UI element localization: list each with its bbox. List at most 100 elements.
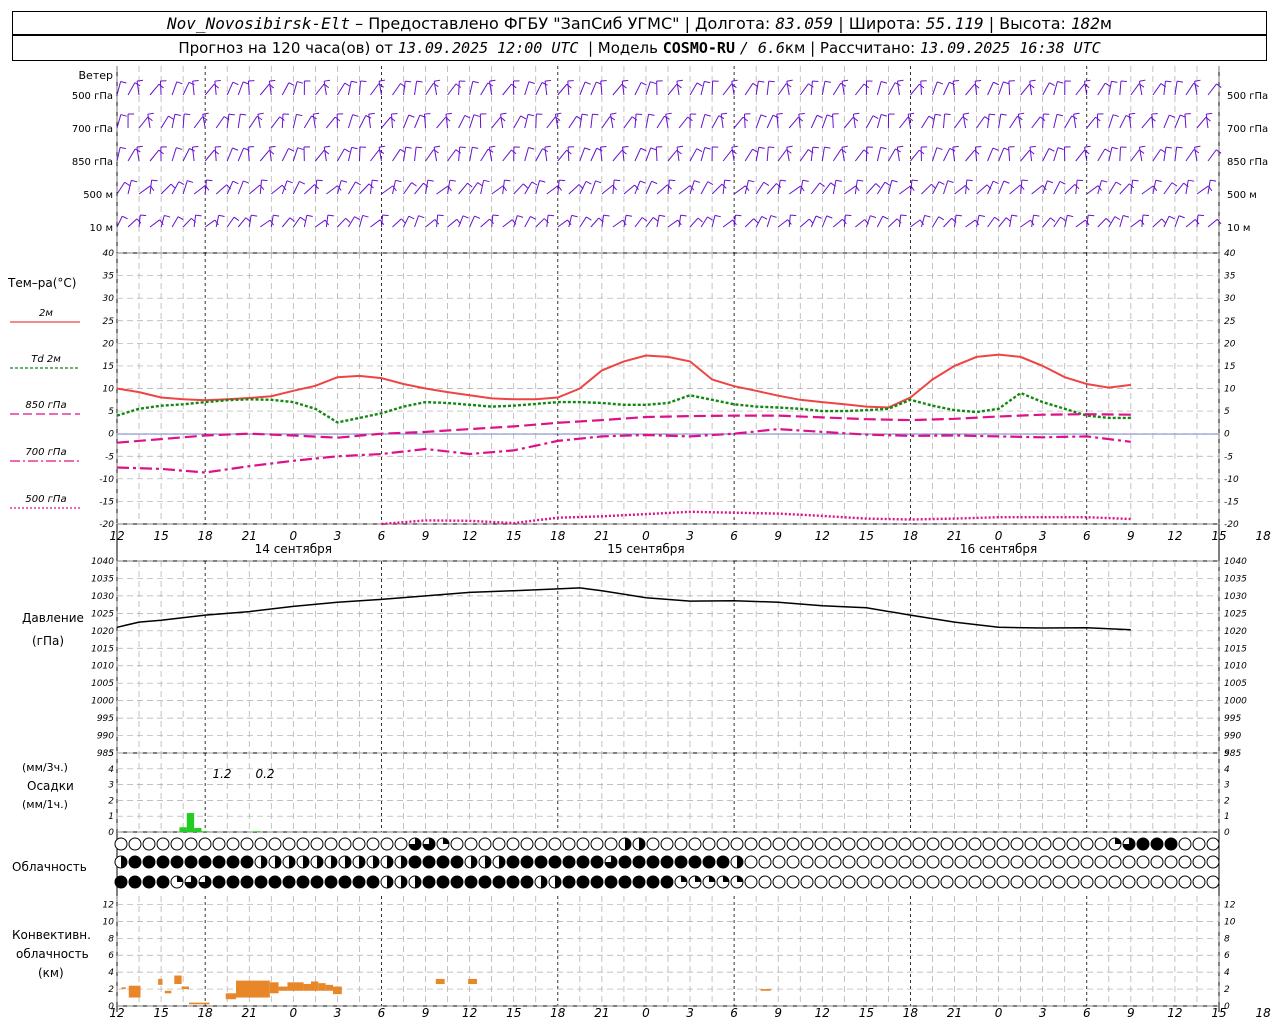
wind-barb [700, 216, 713, 228]
convective-bar [332, 986, 342, 995]
wind-barb [281, 82, 295, 96]
cloud-symbol [1122, 855, 1136, 869]
wind-barb [645, 147, 657, 162]
cloud-symbol [170, 855, 184, 869]
pressure-tick-left: 1000 [91, 697, 114, 707]
cloud-symbol [212, 855, 226, 869]
temp-tick-left: 5 [108, 407, 114, 417]
pressure-tick-right: 1000 [1224, 697, 1247, 707]
cloud-symbol [1080, 875, 1094, 889]
cloud-symbol [982, 875, 996, 889]
time-tick-lower: 3 [1039, 1006, 1047, 1020]
cloud-symbol [660, 855, 674, 869]
cloud-symbol [282, 837, 296, 851]
cloud-symbol [520, 837, 534, 851]
cloud-symbol [604, 855, 618, 869]
wind-barb [733, 116, 748, 129]
cloud-symbol [1066, 855, 1080, 869]
wind-barb [204, 83, 220, 96]
cloud-symbol [856, 837, 870, 851]
cloud-symbol [478, 855, 492, 869]
cloud-symbol [632, 875, 646, 889]
cloud-symbol [296, 855, 310, 869]
cloud-symbol [926, 855, 940, 869]
wind-barb [821, 114, 833, 129]
wind-barb [512, 80, 520, 96]
wind-barb [554, 112, 562, 129]
cloud-symbol [870, 875, 884, 889]
time-tick-lower: 6 [378, 1006, 386, 1020]
cloud-symbol [618, 837, 632, 851]
cloud-symbol [940, 875, 954, 889]
cloud-symbol [1206, 875, 1220, 889]
wind-barb [1141, 116, 1156, 129]
convective-bar [128, 985, 141, 998]
precip-bar [201, 831, 209, 832]
wind-barb [590, 180, 602, 195]
time-tick-lower: 3 [334, 1006, 342, 1020]
precip-unit-3h: (мм/3ч.) [22, 761, 68, 774]
wind-barb [1119, 146, 1127, 162]
cloud-symbol [940, 855, 954, 869]
time-tick-upper: 3 [1039, 529, 1047, 543]
wind-barb [378, 145, 386, 162]
wind-barb [590, 217, 604, 228]
wind-level-850hpa-right: 850 гПа [1227, 157, 1268, 168]
wind-barb [1163, 80, 1172, 96]
wind-level-10m: 10 м [90, 223, 113, 234]
wind-barb [458, 182, 473, 195]
cloud-symbol [478, 875, 492, 889]
time-tick-upper: 3 [686, 529, 694, 543]
wind-barb [755, 114, 767, 129]
cloud-symbol [1136, 855, 1150, 869]
convective-bar [236, 980, 270, 998]
wind-barb [843, 214, 852, 228]
wind-barb [1196, 116, 1211, 129]
wind-barb [876, 215, 889, 228]
wind-barb [920, 146, 928, 162]
temp-tick-left: -5 [105, 452, 114, 462]
cloud-symbol [170, 875, 184, 889]
wind-barb [171, 147, 183, 162]
wind-barb [1042, 217, 1056, 228]
temp-tick-left: 40 [103, 249, 115, 259]
temp-tick-right: 25 [1224, 317, 1236, 327]
wind-level-500hpa: 500 гПа [72, 91, 113, 102]
wind-barb [841, 79, 849, 96]
wind-barb [645, 180, 658, 195]
cloud-symbol [912, 837, 926, 851]
wind-barb [1042, 82, 1055, 96]
cloud-symbol [562, 875, 576, 889]
wind-barb [160, 115, 174, 129]
temp-tick-right: -15 [1224, 497, 1239, 507]
convective-bar [158, 978, 163, 985]
cloud-symbol [996, 875, 1010, 889]
wind-barb [1119, 214, 1130, 228]
convective-bar [269, 982, 279, 994]
pressure-tick-left: 1035 [91, 574, 114, 584]
cloud-symbol [1010, 875, 1024, 889]
cloud-symbol [436, 837, 450, 851]
wind-barb [722, 179, 731, 195]
cloud-symbol [142, 875, 156, 889]
convective-bar [760, 989, 771, 991]
time-tick-upper: 15 [506, 529, 521, 543]
wind-barb [193, 214, 202, 228]
cloud-symbol [1052, 837, 1066, 851]
wind-barb [171, 81, 183, 96]
wind-barb [1029, 145, 1036, 162]
wind-barb [458, 146, 466, 162]
wind-barb [1086, 214, 1095, 228]
wind-barb [700, 181, 714, 195]
temp-tick-left: -15 [99, 497, 114, 507]
precip-tick-left: 5 [108, 749, 114, 759]
wind-barb [852, 112, 860, 129]
convective-tick-right: 2 [1224, 985, 1230, 995]
wind-barb [1042, 148, 1055, 162]
cloud-symbol [660, 837, 674, 851]
wind-barb [182, 113, 191, 129]
wind-barb [226, 81, 239, 96]
cloud-symbol [800, 855, 814, 869]
cloud-symbol [492, 855, 506, 869]
cloud-symbol [492, 837, 506, 851]
